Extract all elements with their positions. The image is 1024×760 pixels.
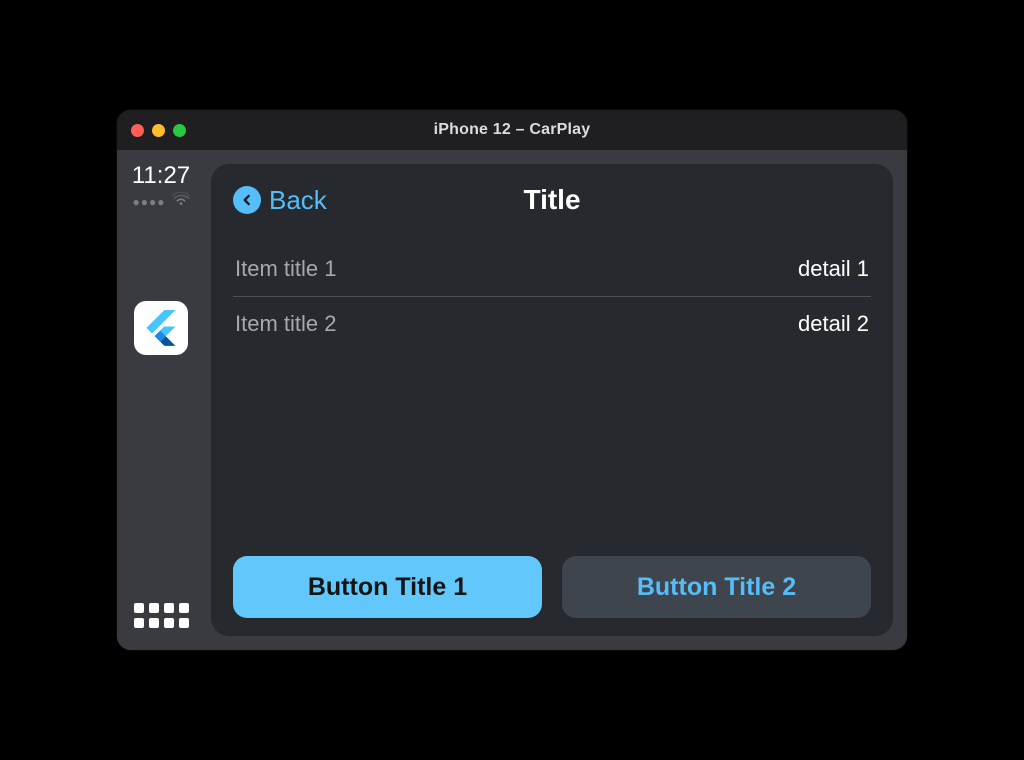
page-title: Title bbox=[233, 184, 871, 216]
flutter-logo-icon bbox=[143, 310, 179, 346]
clock: 11:27 bbox=[132, 162, 190, 190]
list-item-detail: detail 1 bbox=[798, 256, 869, 282]
carplay-sidebar: 11:27 ●●●● bbox=[117, 150, 205, 650]
list-item[interactable]: Item title 1 detail 1 bbox=[233, 242, 871, 297]
list-item-title: Item title 1 bbox=[235, 256, 336, 282]
minimize-window-button[interactable] bbox=[152, 124, 165, 137]
info-list: Item title 1 detail 1 Item title 2 detai… bbox=[233, 242, 871, 351]
chevron-left-icon bbox=[233, 186, 261, 214]
status-row: ●●●● bbox=[133, 192, 190, 211]
button-row: Button Title 1 Button Title 2 bbox=[233, 556, 871, 618]
maximize-window-button[interactable] bbox=[173, 124, 186, 137]
back-label: Back bbox=[269, 185, 327, 216]
status-cluster: 11:27 ●●●● bbox=[117, 162, 205, 211]
list-item-title: Item title 2 bbox=[235, 311, 336, 337]
content-panel: Back Title Item title 1 detail 1 Item ti… bbox=[211, 164, 893, 636]
cellular-signal-icon: ●●●● bbox=[133, 195, 166, 209]
secondary-action-button[interactable]: Button Title 2 bbox=[562, 556, 871, 618]
window-titlebar: iPhone 12 – CarPlay bbox=[117, 110, 907, 150]
list-item[interactable]: Item title 2 detail 2 bbox=[233, 297, 871, 351]
list-item-detail: detail 2 bbox=[798, 311, 869, 337]
primary-action-button[interactable]: Button Title 1 bbox=[233, 556, 542, 618]
window-title: iPhone 12 – CarPlay bbox=[117, 121, 907, 139]
flutter-app-icon[interactable] bbox=[134, 301, 188, 355]
simulator-window: iPhone 12 – CarPlay 11:27 ●●●● bbox=[117, 110, 907, 650]
close-window-button[interactable] bbox=[131, 124, 144, 137]
traffic-lights bbox=[131, 124, 186, 137]
back-button[interactable]: Back bbox=[233, 185, 327, 216]
app-icon-wrap bbox=[134, 301, 188, 603]
wifi-icon bbox=[172, 192, 190, 211]
content-wrap: Back Title Item title 1 detail 1 Item ti… bbox=[205, 150, 907, 650]
window-body: 11:27 ●●●● bbox=[117, 150, 907, 650]
carplay-home-icon[interactable] bbox=[134, 603, 189, 628]
nav-bar: Back Title bbox=[233, 180, 871, 220]
